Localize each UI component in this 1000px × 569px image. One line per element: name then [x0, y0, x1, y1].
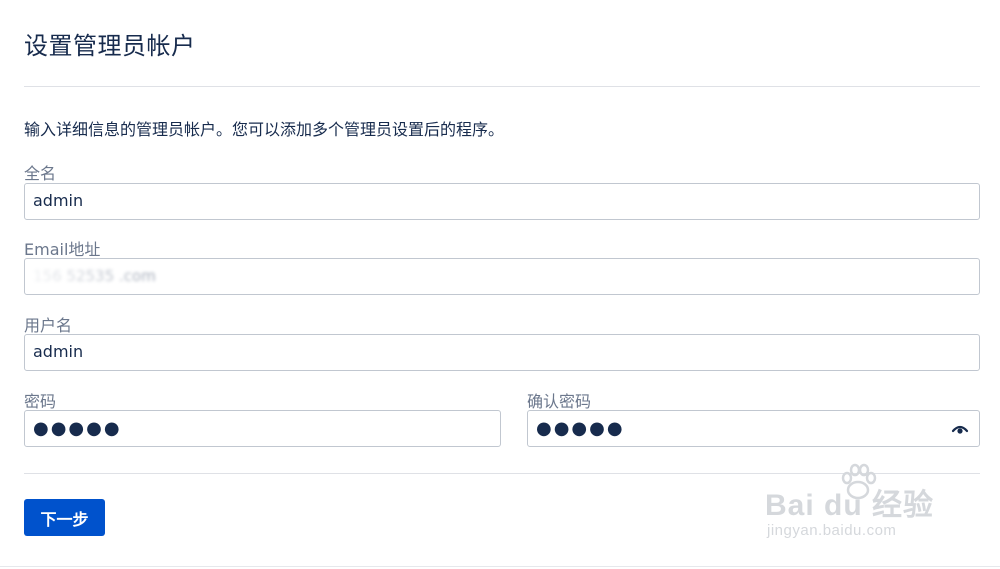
confirm-password-field[interactable]: ●●●●● — [527, 410, 980, 447]
page-title: 设置管理员帐户 — [24, 32, 196, 60]
watermark-url: jingyan.baidu.com — [767, 522, 897, 539]
password-field[interactable]: ●●●●● — [24, 410, 501, 447]
eye-icon[interactable] — [951, 420, 969, 438]
setup-admin-page: 设置管理员帐户 输入详细信息的管理员帐户。您可以添加多个管理员设置后的程序。 全… — [0, 0, 1000, 569]
intro-text: 输入详细信息的管理员帐户。您可以添加多个管理员设置后的程序。 — [24, 120, 505, 139]
password-label: 密码 — [24, 392, 57, 411]
paw-icon — [841, 463, 877, 500]
next-button[interactable]: 下一步 — [24, 499, 105, 536]
full-name-label: 全名 — [24, 164, 57, 183]
page-bottom-border — [0, 566, 1000, 567]
email-value: 156 52535 .com — [33, 267, 156, 285]
username-value: admin — [33, 342, 84, 361]
footer-divider — [24, 473, 980, 474]
confirm-password-value: ●●●●● — [536, 418, 625, 439]
header-divider — [24, 86, 980, 87]
full-name-value: admin — [33, 191, 84, 210]
email-label: Email地址 — [24, 240, 101, 259]
password-value: ●●●●● — [33, 418, 122, 439]
username-label: 用户名 — [24, 316, 73, 335]
watermark-brand: Bai du 经验 — [765, 489, 935, 522]
full-name-field[interactable]: admin — [24, 183, 980, 220]
email-field[interactable]: 156 52535 .com — [24, 258, 980, 295]
username-field[interactable]: admin — [24, 334, 980, 371]
confirm-password-label: 确认密码 — [527, 392, 592, 411]
